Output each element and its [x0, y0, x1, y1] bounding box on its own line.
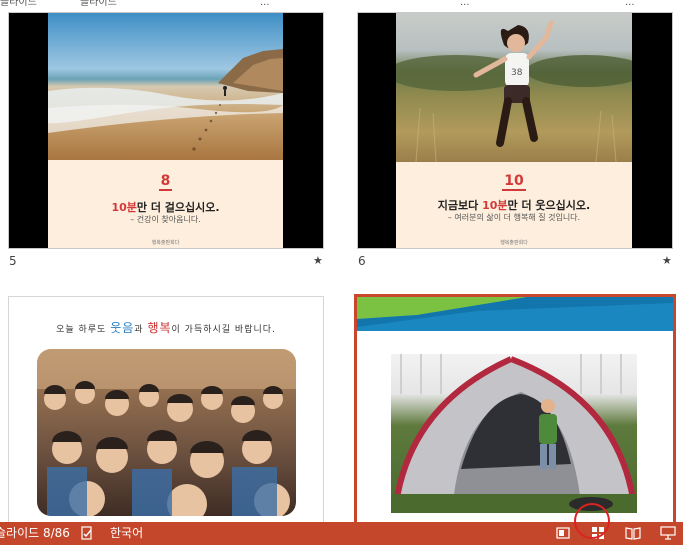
slide-headline: 10분만 더 걸으십시오.	[111, 201, 220, 214]
slide-number-label: 6	[358, 254, 366, 268]
highlight-circle	[574, 503, 610, 539]
slide-counter[interactable]: 슬라이드 8/86	[0, 525, 70, 542]
cutoff-label: 슬라이드	[80, 0, 117, 6]
slide-subtext: – 여러분의 삶이 더 행복해 질 것입니다.	[447, 213, 581, 222]
laughing-crowd-photo	[37, 349, 296, 516]
spell-check-icon[interactable]	[79, 525, 95, 541]
slide-headline: 지금보다 10분만 더 웃으십시오.	[437, 199, 591, 212]
slide-number-label: 5	[9, 254, 17, 268]
animation-star-icon: ★	[313, 254, 323, 267]
slide-banner	[357, 297, 673, 331]
slide-thumbnail-8[interactable]	[354, 294, 676, 526]
slide-thumbnail-6[interactable]: 38 10 지금보다 10분만 더 웃으십시오. – 여러분의 삶이 더 행복해…	[357, 12, 673, 249]
cutoff-label: ...	[625, 0, 635, 6]
language-indicator[interactable]: 한국어	[110, 525, 143, 542]
tent-photo	[391, 354, 637, 513]
beach-photo	[48, 13, 283, 160]
slide-thumbnail-5[interactable]: 8 10분만 더 걸으십시오. – 건강이 찾아옵니다. 행복출판회다	[8, 12, 324, 249]
slide-credit: 행복출판회다	[500, 240, 528, 246]
slide-content: 8 10분만 더 걸으십시오. – 건강이 찾아옵니다. 행복출판회다	[48, 13, 283, 248]
slideshow-icon[interactable]	[660, 525, 676, 541]
cutoff-label: ...	[260, 0, 270, 6]
slide-thumbnail-7[interactable]: 오늘 하루도 웃음과 행복이 가득하시길 바랍니다.	[8, 296, 324, 526]
slide-subtext: – 건강이 찾아옵니다.	[130, 215, 201, 224]
normal-view-icon[interactable]	[555, 525, 571, 541]
cutoff-label: ...	[460, 0, 470, 6]
slide-credit: 행복출판회다	[151, 240, 180, 246]
svg-text:38: 38	[511, 68, 523, 78]
slide-content: 38 10 지금보다 10분만 더 웃으십시오. – 여러분의 삶이 더 행복해…	[396, 13, 632, 248]
slide-caption: 오늘 하루도 웃음과 행복이 가득하시길 바랍니다.	[56, 321, 276, 335]
animation-star-icon: ★	[662, 254, 672, 267]
slide-big-number: 10	[502, 173, 526, 191]
reading-view-icon[interactable]	[625, 525, 641, 541]
cutoff-label: 슬라이드	[0, 0, 37, 6]
jumping-girl-photo: 38	[396, 13, 632, 162]
slide-big-number: 8	[158, 173, 173, 191]
